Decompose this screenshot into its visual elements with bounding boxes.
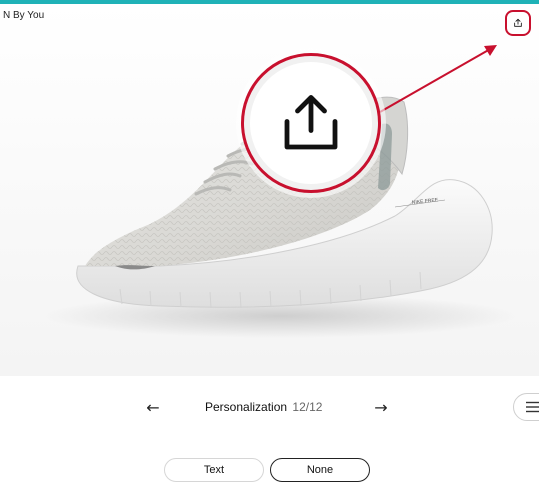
previous-step-button[interactable]: ←	[140, 392, 166, 422]
menu-button[interactable]	[513, 393, 539, 421]
personalization-options: Text None	[0, 458, 539, 482]
step-counter: 12/12	[292, 400, 323, 414]
share-button[interactable]	[505, 10, 531, 36]
brand-title: N By You	[3, 10, 45, 21]
sneaker-image: NIKE FREE	[45, 96, 515, 338]
share-icon	[514, 18, 522, 27]
step-name: Personalization	[205, 400, 288, 414]
step-navigator: ← Personalization 12/12 →	[0, 392, 539, 422]
option-text-button[interactable]: Text	[164, 458, 264, 482]
product-preview[interactable]: NIKE FREE	[0, 4, 539, 376]
next-step-button[interactable]: →	[368, 392, 394, 422]
step-title: Personalization 12/12	[205, 400, 322, 414]
option-none-button[interactable]: None	[270, 458, 370, 482]
hamburger-menu-icon	[526, 401, 539, 413]
